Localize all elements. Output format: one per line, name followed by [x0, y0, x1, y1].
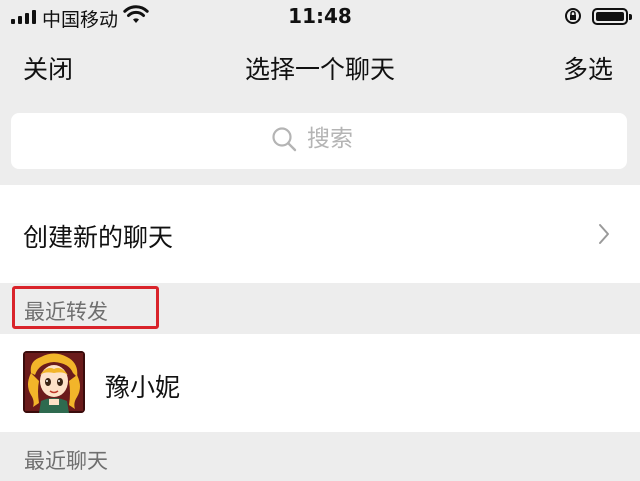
multi-select-button[interactable]: 多选	[563, 50, 613, 86]
chevron-right-icon	[599, 224, 609, 244]
search-bar[interactable]	[11, 113, 627, 169]
page-title: 选择一个聊天	[244, 55, 395, 84]
search-icon	[272, 127, 297, 152]
highlight-annotation-box	[12, 286, 159, 329]
status-bar: 中国移动 11:48	[0, 0, 640, 34]
battery-icon	[592, 8, 632, 25]
cartoon-girl-avatar	[23, 351, 85, 413]
list-item[interactable]: 豫小妮	[0, 334, 640, 432]
nav-bar: 关闭 选择一个聊天 多选	[0, 34, 640, 98]
rotation-lock-icon	[565, 8, 581, 24]
status-time: 11:48	[288, 4, 352, 28]
create-new-chat-label: 创建新的聊天	[23, 223, 174, 252]
create-new-chat-row[interactable]: 创建新的聊天	[0, 185, 640, 283]
avatar	[23, 351, 85, 413]
contact-name: 豫小妮	[105, 373, 181, 402]
search-input[interactable]	[307, 126, 367, 152]
recent-chats-section-header: 最近聊天	[0, 432, 640, 481]
recent-chats-label: 最近聊天	[24, 449, 108, 473]
